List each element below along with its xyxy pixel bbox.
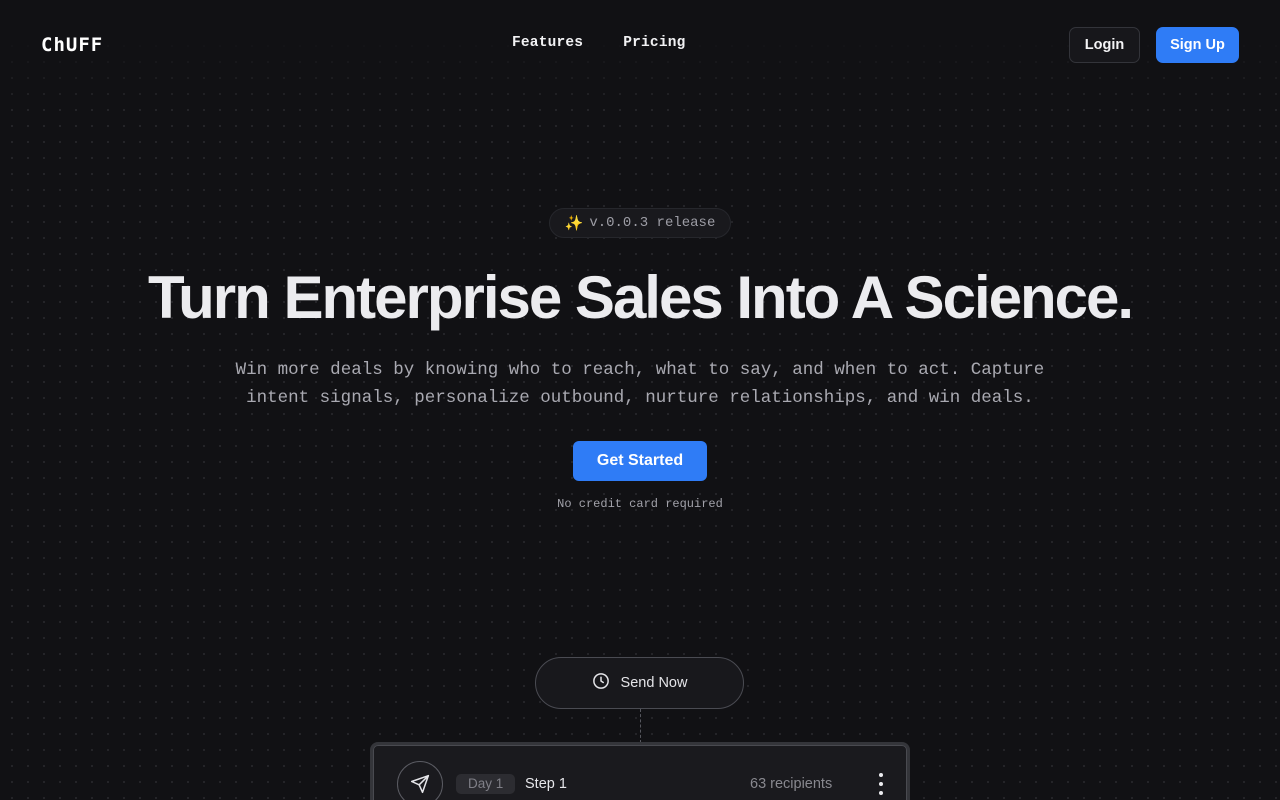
sparkle-icon: ✨: [564, 215, 584, 233]
step-recipients: 63 recipients: [750, 776, 833, 792]
clock-icon: [592, 672, 610, 694]
brand-logo[interactable]: ChUFF: [41, 36, 103, 55]
nav-link-pricing[interactable]: Pricing: [623, 35, 685, 51]
hero-subtitle: Win more deals by knowing who to reach, …: [235, 360, 1045, 408]
send-now-label: Send Now: [620, 675, 688, 691]
top-nav: ChUFF Features Pricing Login Sign Up: [0, 0, 1280, 90]
no-credit-card-note: No credit card required: [557, 497, 723, 511]
send-now-node[interactable]: Send Now: [535, 657, 744, 709]
more-vertical-icon[interactable]: [874, 773, 888, 795]
signup-button[interactable]: Sign Up: [1156, 27, 1239, 63]
paper-plane-icon: [397, 761, 443, 800]
hero-title: Turn Enterprise Sales Into A Science.: [147, 264, 1134, 331]
get-started-button[interactable]: Get Started: [573, 441, 707, 481]
nav-link-features[interactable]: Features: [512, 35, 583, 51]
release-badge[interactable]: ✨ v.0.0.3 release: [549, 208, 731, 238]
flow-connector: [640, 709, 641, 743]
step-label: Step 1: [525, 776, 567, 792]
nav-links: Features Pricing: [512, 35, 686, 51]
sequence-step-card[interactable]: Day 1 Step 1 63 recipients: [370, 742, 910, 800]
release-badge-label: v.0.0.3 release: [589, 215, 716, 231]
login-button[interactable]: Login: [1069, 27, 1140, 63]
step-day-tag: Day 1: [456, 774, 516, 794]
step-card-inner: Day 1 Step 1 63 recipients: [373, 745, 907, 800]
